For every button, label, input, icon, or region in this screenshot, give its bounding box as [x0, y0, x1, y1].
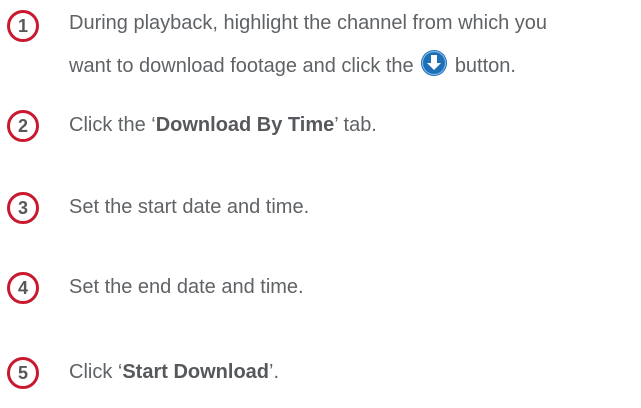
- step-number-badge: 3: [7, 192, 39, 224]
- step-text: During playback, highlight the channel f…: [69, 2, 637, 88]
- step-text: Click the ‘Download By Time’ tab.: [69, 104, 637, 147]
- action-name-start-download: Start Download: [122, 361, 270, 383]
- step-number: 4: [17, 278, 28, 298]
- step-text-after: ’.: [269, 361, 280, 383]
- step-text-content: Set the end date and time.: [69, 276, 304, 298]
- step-text: Click ‘Start Download’.: [69, 351, 637, 394]
- step-text-before: Click ‘: [69, 361, 123, 383]
- step-number: 1: [17, 16, 28, 36]
- step-text-line-2-end: button.: [454, 55, 516, 77]
- download-arrow-icon: [421, 50, 448, 76]
- step-text: Set the start date and time.: [69, 186, 637, 229]
- step-text-before: Click the ‘: [69, 114, 156, 136]
- step-number-badge: 2: [7, 110, 39, 142]
- step-number-badge: 5: [7, 357, 39, 389]
- step-text: Set the end date and time.: [69, 266, 637, 309]
- step-text-line-1: During playback, highlight the channel f…: [69, 12, 548, 34]
- step-number: 3: [17, 198, 28, 218]
- step-text-after: ’ tab.: [334, 114, 377, 136]
- step-number-badge: 4: [7, 272, 39, 304]
- tab-name-download-by-time: Download By Time: [155, 114, 335, 136]
- step-text-content: Set the start date and time.: [69, 196, 310, 218]
- step-number: 5: [17, 363, 28, 383]
- step-number-badge: 1: [7, 10, 39, 42]
- step-text-line-2-start: want to download footage and click the: [69, 55, 414, 77]
- step-number: 2: [17, 116, 28, 136]
